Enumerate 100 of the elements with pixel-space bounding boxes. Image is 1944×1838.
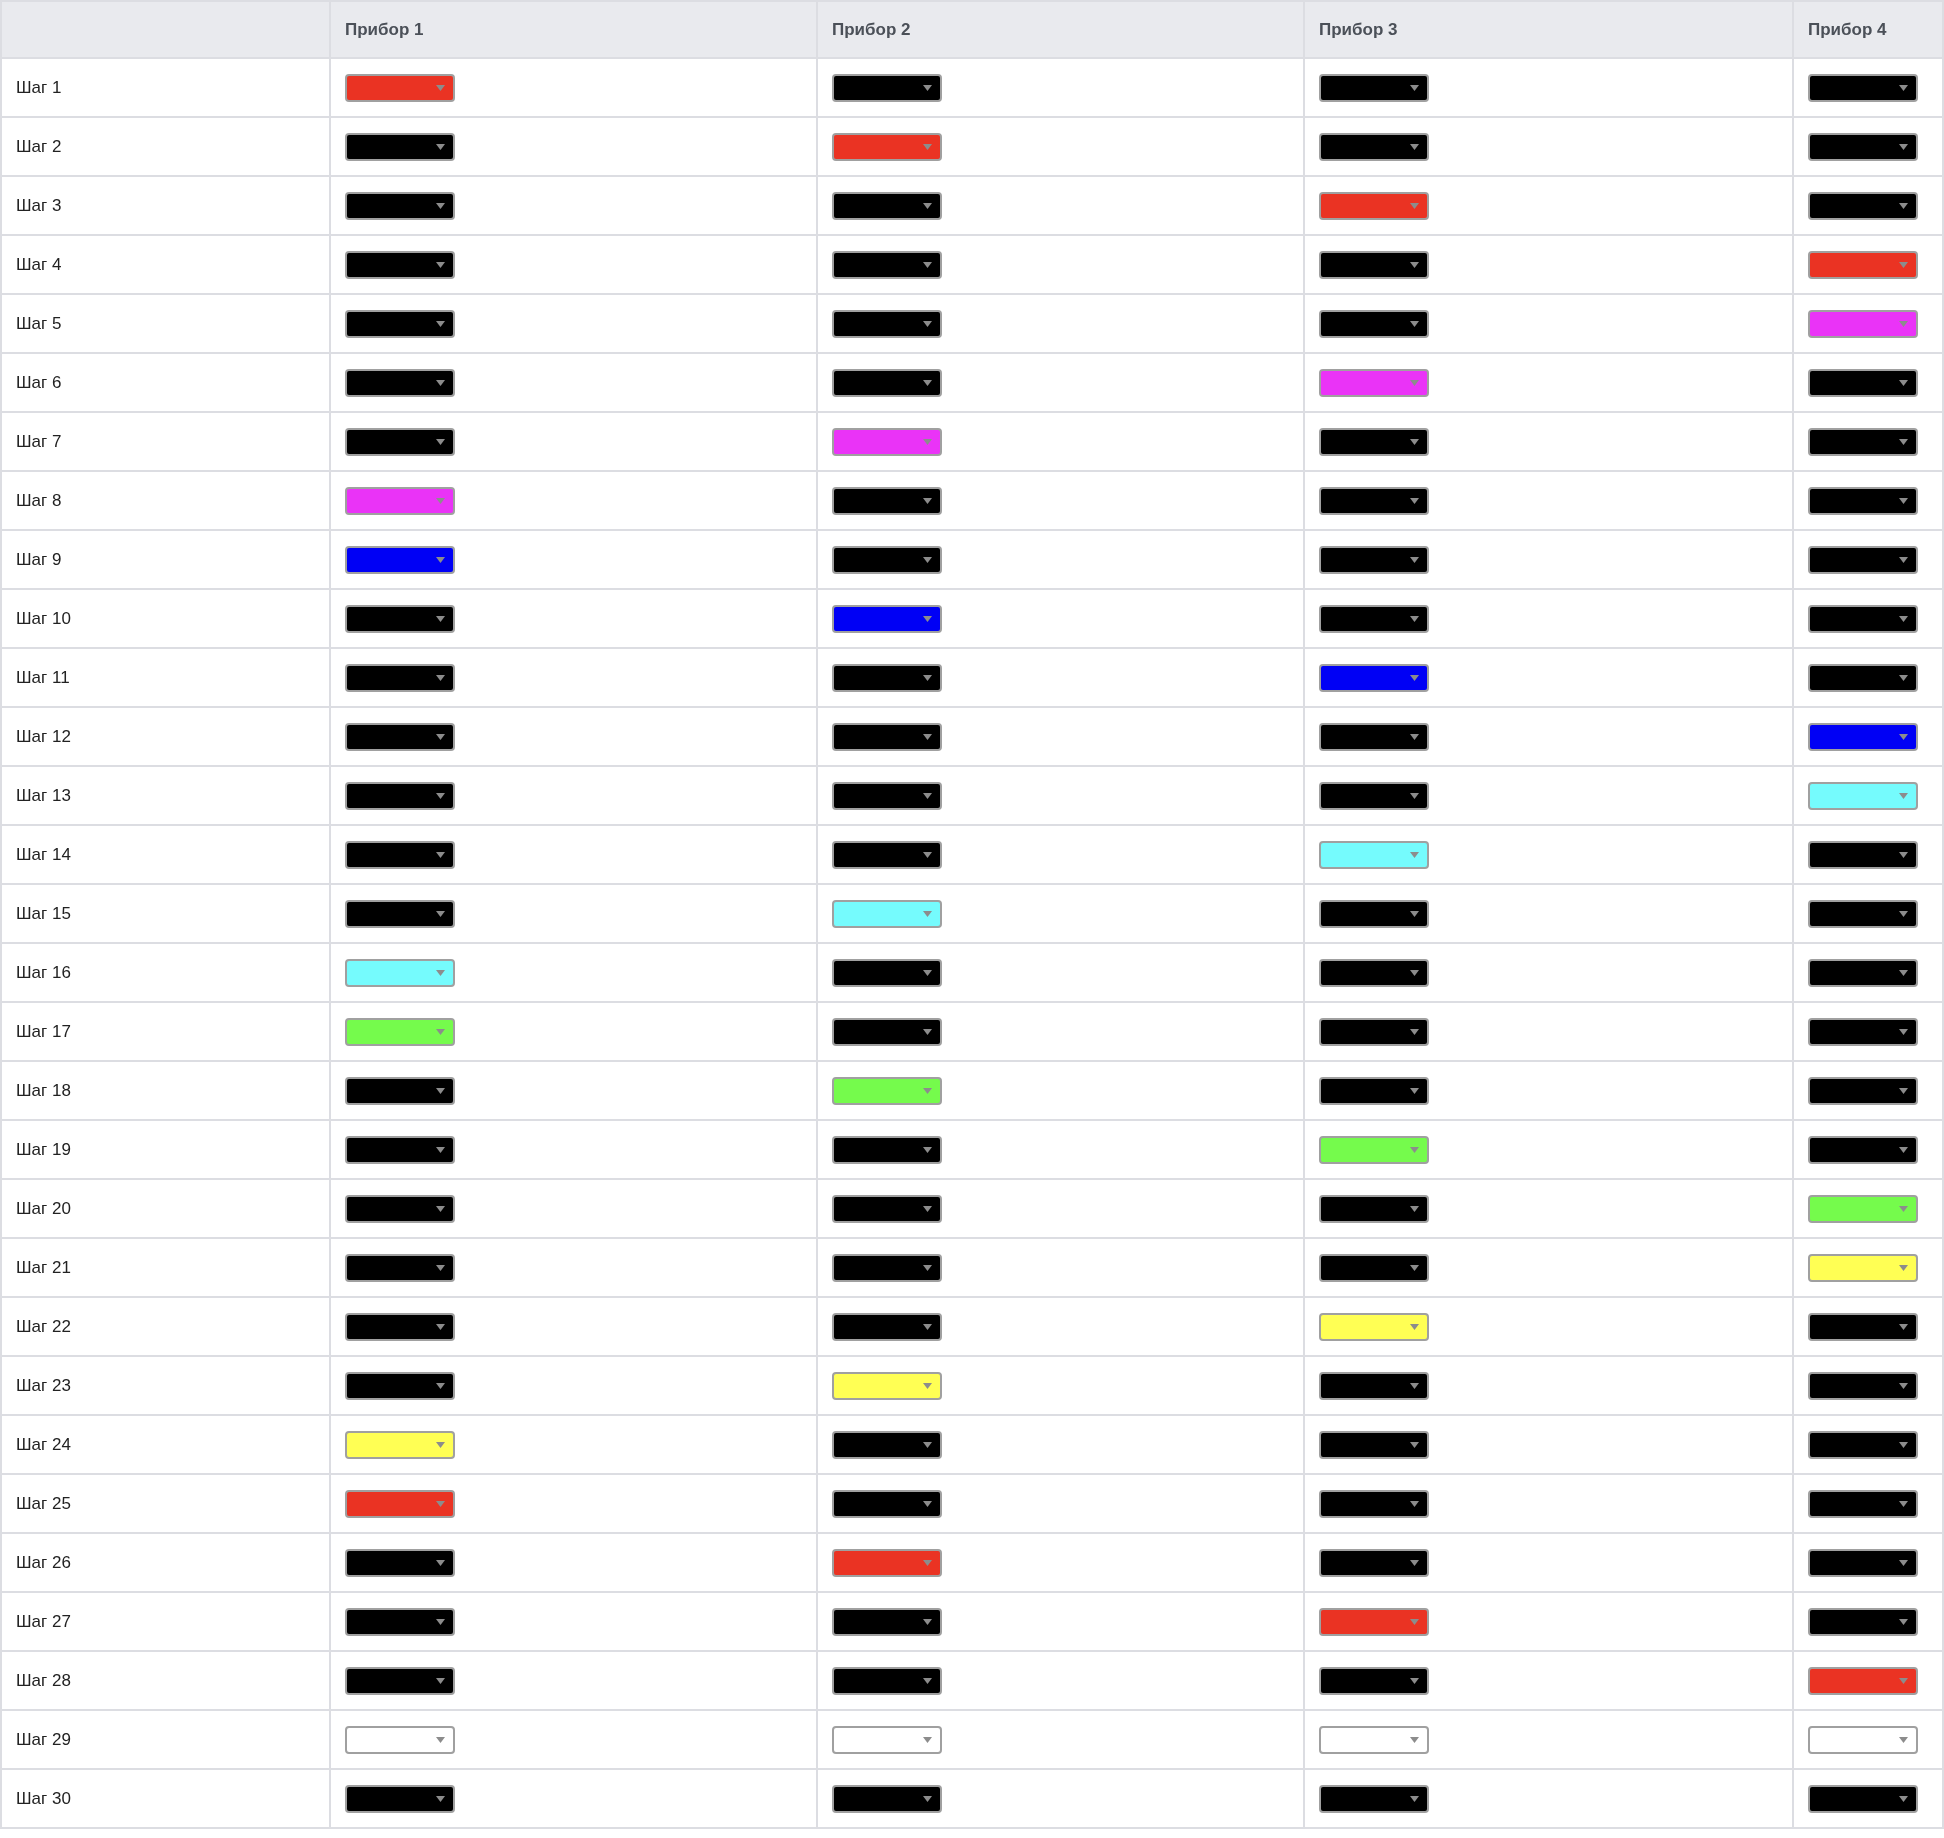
color-select[interactable] <box>345 840 455 869</box>
color-select[interactable] <box>1808 1017 1918 1046</box>
color-select[interactable] <box>832 1135 942 1164</box>
color-select[interactable] <box>345 1607 455 1636</box>
color-select[interactable] <box>1808 132 1918 161</box>
color-select[interactable] <box>345 1312 455 1341</box>
color-select[interactable] <box>1808 368 1918 397</box>
color-select[interactable] <box>1808 73 1918 102</box>
color-select[interactable] <box>1808 1194 1918 1223</box>
color-select[interactable] <box>1319 1607 1429 1636</box>
color-select[interactable] <box>1808 1666 1918 1695</box>
color-select[interactable] <box>1808 899 1918 928</box>
color-select[interactable] <box>345 1430 455 1459</box>
color-select[interactable] <box>345 1489 455 1518</box>
color-select[interactable] <box>345 368 455 397</box>
color-select[interactable] <box>1319 1430 1429 1459</box>
color-select[interactable] <box>1808 958 1918 987</box>
color-select[interactable] <box>832 132 942 161</box>
color-select[interactable] <box>345 250 455 279</box>
color-select[interactable] <box>1808 1253 1918 1282</box>
color-select[interactable] <box>1319 1725 1429 1754</box>
color-select[interactable] <box>1319 73 1429 102</box>
color-select[interactable] <box>832 1548 942 1577</box>
color-select[interactable] <box>345 1135 455 1164</box>
color-select[interactable] <box>1319 1371 1429 1400</box>
color-select[interactable] <box>1319 1548 1429 1577</box>
color-select[interactable] <box>345 781 455 810</box>
color-select[interactable] <box>345 722 455 751</box>
color-select[interactable] <box>1808 663 1918 692</box>
color-select[interactable] <box>832 604 942 633</box>
color-select[interactable] <box>1319 486 1429 515</box>
color-select[interactable] <box>832 1371 942 1400</box>
color-select[interactable] <box>1808 1489 1918 1518</box>
color-select[interactable] <box>345 1253 455 1282</box>
color-select[interactable] <box>345 1076 455 1105</box>
color-select[interactable] <box>345 1371 455 1400</box>
color-select[interactable] <box>1319 1312 1429 1341</box>
color-select[interactable] <box>1808 781 1918 810</box>
color-select[interactable] <box>1808 191 1918 220</box>
color-select[interactable] <box>832 368 942 397</box>
color-select[interactable] <box>1319 132 1429 161</box>
color-select[interactable] <box>1808 1430 1918 1459</box>
color-select[interactable] <box>1319 545 1429 574</box>
color-select[interactable] <box>832 191 942 220</box>
color-select[interactable] <box>345 1017 455 1046</box>
color-select[interactable] <box>832 1076 942 1105</box>
color-select[interactable] <box>832 250 942 279</box>
color-select[interactable] <box>345 604 455 633</box>
color-select[interactable] <box>1808 427 1918 456</box>
color-select[interactable] <box>1808 1607 1918 1636</box>
color-select[interactable] <box>1808 722 1918 751</box>
color-select[interactable] <box>345 1725 455 1754</box>
color-select[interactable] <box>345 191 455 220</box>
color-select[interactable] <box>1319 840 1429 869</box>
color-select[interactable] <box>345 486 455 515</box>
color-select[interactable] <box>832 781 942 810</box>
color-select[interactable] <box>345 899 455 928</box>
color-select[interactable] <box>1319 1784 1429 1813</box>
color-select[interactable] <box>832 1194 942 1223</box>
color-select[interactable] <box>832 1430 942 1459</box>
color-select[interactable] <box>1319 250 1429 279</box>
color-select[interactable] <box>1319 1489 1429 1518</box>
color-select[interactable] <box>1319 1666 1429 1695</box>
color-select[interactable] <box>1808 545 1918 574</box>
color-select[interactable] <box>345 132 455 161</box>
color-select[interactable] <box>1808 250 1918 279</box>
color-select[interactable] <box>1808 604 1918 633</box>
color-select[interactable] <box>1319 663 1429 692</box>
color-select[interactable] <box>832 1017 942 1046</box>
color-select[interactable] <box>832 663 942 692</box>
color-select[interactable] <box>832 1725 942 1754</box>
color-select[interactable] <box>1319 958 1429 987</box>
color-select[interactable] <box>832 1253 942 1282</box>
color-select[interactable] <box>1319 1194 1429 1223</box>
color-select[interactable] <box>1319 1017 1429 1046</box>
color-select[interactable] <box>832 1607 942 1636</box>
color-select[interactable] <box>832 309 942 338</box>
color-select[interactable] <box>832 1784 942 1813</box>
color-select[interactable] <box>1319 1253 1429 1282</box>
color-select[interactable] <box>832 545 942 574</box>
color-select[interactable] <box>832 1312 942 1341</box>
color-select[interactable] <box>345 427 455 456</box>
color-select[interactable] <box>1808 309 1918 338</box>
color-select[interactable] <box>345 73 455 102</box>
color-select[interactable] <box>1319 1076 1429 1105</box>
color-select[interactable] <box>1808 1135 1918 1164</box>
color-select[interactable] <box>1319 1135 1429 1164</box>
color-select[interactable] <box>1319 899 1429 928</box>
color-select[interactable] <box>832 427 942 456</box>
color-select[interactable] <box>345 1784 455 1813</box>
color-select[interactable] <box>1808 1548 1918 1577</box>
color-select[interactable] <box>1808 1371 1918 1400</box>
color-select[interactable] <box>345 1194 455 1223</box>
color-select[interactable] <box>345 545 455 574</box>
color-select[interactable] <box>1808 840 1918 869</box>
color-select[interactable] <box>345 1666 455 1695</box>
color-select[interactable] <box>1808 1725 1918 1754</box>
color-select[interactable] <box>832 73 942 102</box>
color-select[interactable] <box>1808 1784 1918 1813</box>
color-select[interactable] <box>1808 1312 1918 1341</box>
